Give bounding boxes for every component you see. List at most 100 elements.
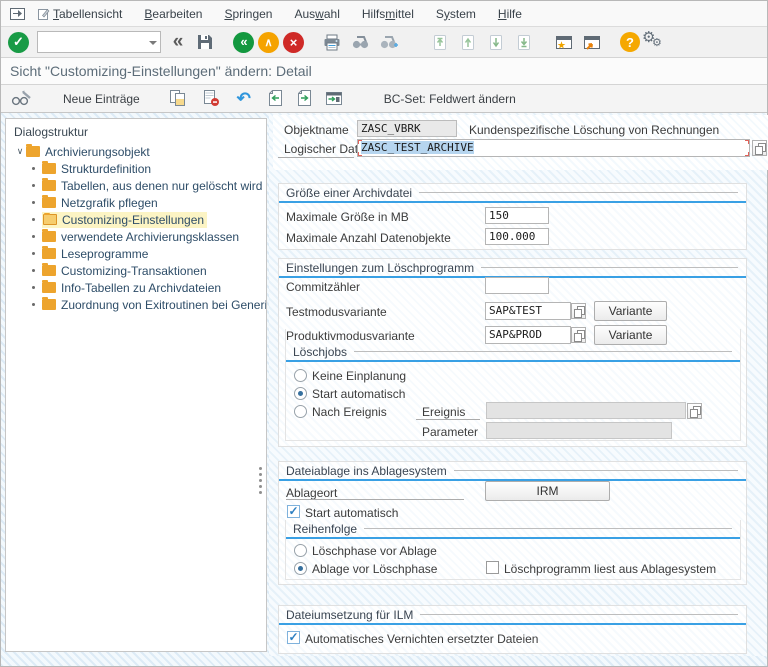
- cancel-icon[interactable]: ×: [283, 31, 304, 53]
- logischer-dateiname-input[interactable]: ZASC_TEST_ARCHIVE: [357, 139, 750, 157]
- parameter-label: Parameter: [422, 425, 479, 439]
- tree-item-info-tabellen[interactable]: Info-Tabellen zu Archivdateien: [6, 279, 266, 296]
- subgroup-reihenfolge: Reihenfolge Löschphase vor Ablage Ablage…: [285, 520, 741, 580]
- bullet-icon: [32, 303, 35, 306]
- radio-keine-einplanung-label[interactable]: Keine Einplanung: [312, 369, 406, 383]
- enter-icon[interactable]: ✓: [8, 31, 29, 53]
- table-view-icon: [38, 8, 50, 20]
- tree-item-exitroutinen[interactable]: Zuordnung von Exitroutinen bei Generieru…: [6, 296, 266, 313]
- tree-item-customizing-transaktionen[interactable]: Customizing-Transaktionen: [6, 262, 266, 279]
- find-icon[interactable]: [348, 30, 372, 54]
- radio-nach-ereignis[interactable]: [294, 405, 307, 418]
- undo-icon[interactable]: ↶: [232, 87, 256, 111]
- copy-icon[interactable]: [166, 87, 190, 111]
- dialog-structure-panel: Dialogstruktur ∨ Archivierungsobjekt Str…: [5, 118, 267, 652]
- back-icon[interactable]: «: [233, 31, 254, 53]
- group-title: Dateiumsetzung für ILM: [286, 607, 414, 622]
- tree-item-archivierungsklassen[interactable]: verwendete Archivierungsklassen: [6, 228, 266, 245]
- group-delete-program: Einstellungen zum Löschprogramm Commitzä…: [278, 258, 747, 447]
- max-mb-input[interactable]: 150: [485, 207, 549, 224]
- bc-set-button[interactable]: BC-Set: Feldwert ändern: [378, 88, 522, 110]
- save-icon[interactable]: [193, 30, 217, 54]
- command-input[interactable]: [38, 32, 160, 52]
- tree-item-tabellen[interactable]: Tabellen, aus denen nur gelöscht wird: [6, 177, 266, 194]
- menu-bar: Tabellensicht Bearbeiten Springen Auswah…: [1, 1, 767, 27]
- command-field[interactable]: [37, 31, 161, 53]
- commit-input[interactable]: [485, 277, 549, 294]
- testvar-variante-button[interactable]: Variante: [594, 301, 667, 321]
- menu-bearbeiten[interactable]: Bearbeiten: [133, 3, 213, 25]
- exit-icon[interactable]: ∧: [258, 31, 279, 53]
- radio-loeschphase-vor-ablage[interactable]: [294, 544, 307, 557]
- tree-item-leseprogramme[interactable]: Leseprogramme: [6, 245, 266, 262]
- tree-header: Dialogstruktur: [14, 125, 89, 139]
- checkbox-loeschprogramm-liest[interactable]: [486, 561, 499, 574]
- max-obj-input[interactable]: 100.000: [485, 228, 549, 245]
- previous-page-icon[interactable]: [456, 30, 480, 54]
- variable-list-icon[interactable]: [322, 87, 346, 111]
- next-page-icon[interactable]: [484, 30, 508, 54]
- checkbox-automatisches-vernichten-label[interactable]: Automatisches Vernichten ersetzter Datei…: [305, 632, 538, 646]
- subgroup-title: Löschjobs: [293, 344, 348, 359]
- parameter-input[interactable]: [486, 422, 672, 439]
- radio-nach-ereignis-label[interactable]: Nach Ereignis: [312, 405, 387, 419]
- expander-icon[interactable]: ∨: [14, 146, 26, 157]
- delete-icon[interactable]: [199, 87, 223, 111]
- checkbox-start-automatisch-label[interactable]: Start automatisch: [305, 506, 398, 520]
- checkbox-automatisches-vernichten[interactable]: ✓: [287, 631, 300, 644]
- window-menu-icon[interactable]: [7, 2, 27, 26]
- radio-loeschphase-label[interactable]: Löschphase vor Ablage: [312, 544, 437, 558]
- collapse-command-icon[interactable]: «: [165, 30, 189, 54]
- folder-icon: [42, 297, 56, 310]
- bullet-icon: [32, 235, 35, 238]
- display-change-icon[interactable]: [9, 87, 33, 111]
- group-archive-file-size: Größe einer Archivdatei Maximale Größe i…: [278, 183, 747, 250]
- help-icon[interactable]: ?: [620, 32, 640, 52]
- testvar-label: Testmodusvariante: [286, 305, 387, 319]
- folder-icon: [26, 144, 40, 157]
- testvar-input[interactable]: SAP&TEST: [485, 302, 571, 320]
- find-next-icon[interactable]: [376, 30, 400, 54]
- objektname-label: Objektname: [284, 123, 349, 137]
- menu-hilfsmittel[interactable]: Hilfsmittel: [351, 3, 425, 25]
- menu-springen[interactable]: Springen: [213, 3, 283, 25]
- checkbox-start-automatisch[interactable]: ✓: [287, 505, 300, 518]
- radio-start-automatisch[interactable]: [294, 387, 307, 400]
- value-help-icon[interactable]: [752, 140, 767, 156]
- menu-auswahl[interactable]: Auswahl: [283, 3, 350, 25]
- print-icon[interactable]: [320, 30, 344, 54]
- ereignis-input[interactable]: [486, 402, 686, 419]
- radio-start-automatisch-label[interactable]: Start automatisch: [312, 387, 405, 401]
- open-folder-icon: [43, 213, 57, 225]
- settings-icon[interactable]: ⚙ ⚙: [642, 29, 666, 53]
- subgroup-loeschjobs: Löschjobs Keine Einplanung Start automat…: [285, 329, 741, 441]
- last-page-icon[interactable]: [512, 30, 536, 54]
- first-page-icon[interactable]: [428, 30, 452, 54]
- bullet-icon: [32, 286, 35, 289]
- radio-ablage-vor-loeschphase[interactable]: [294, 562, 307, 575]
- radio-keine-einplanung[interactable]: [294, 369, 307, 382]
- panel-splitter[interactable]: [257, 467, 263, 494]
- group-title: Größe einer Archivdatei: [286, 185, 413, 200]
- next-entry-icon[interactable]: [293, 87, 317, 111]
- group-title: Einstellungen zum Löschprogramm: [286, 260, 475, 275]
- checkbox-loeschprogramm-liest-label[interactable]: Löschprogramm liest aus Ablagesystem: [504, 562, 716, 576]
- new-session-icon[interactable]: ★: [552, 30, 576, 54]
- chevron-down-icon[interactable]: [149, 41, 157, 49]
- ablageort-irm-button[interactable]: IRM: [485, 481, 610, 501]
- new-entries-button[interactable]: Neue Einträge: [57, 88, 146, 110]
- create-shortcut-icon[interactable]: [580, 30, 604, 54]
- value-help-icon[interactable]: [687, 403, 702, 419]
- radio-ablage-label[interactable]: Ablage vor Löschphase: [312, 562, 437, 576]
- tree-item-netzgrafik[interactable]: Netzgrafik pflegen: [6, 194, 266, 211]
- tree-item-customizing-einstellungen[interactable]: Customizing-Einstellungen: [6, 211, 266, 228]
- tree-item-strukturdefinition[interactable]: Strukturdefinition: [6, 160, 266, 177]
- previous-entry-icon[interactable]: [264, 87, 288, 111]
- menu-system[interactable]: System: [425, 3, 487, 25]
- value-help-icon[interactable]: [571, 303, 586, 319]
- menu-tabellensicht[interactable]: Tabellensicht: [27, 3, 133, 25]
- folder-icon: [42, 161, 56, 174]
- group-ilm: Dateiumsetzung für ILM ✓ Automatisches V…: [278, 605, 747, 654]
- tree-root-archivierungsobjekt[interactable]: ∨ Archivierungsobjekt: [6, 143, 266, 160]
- menu-hilfe[interactable]: Hilfe: [487, 3, 533, 25]
